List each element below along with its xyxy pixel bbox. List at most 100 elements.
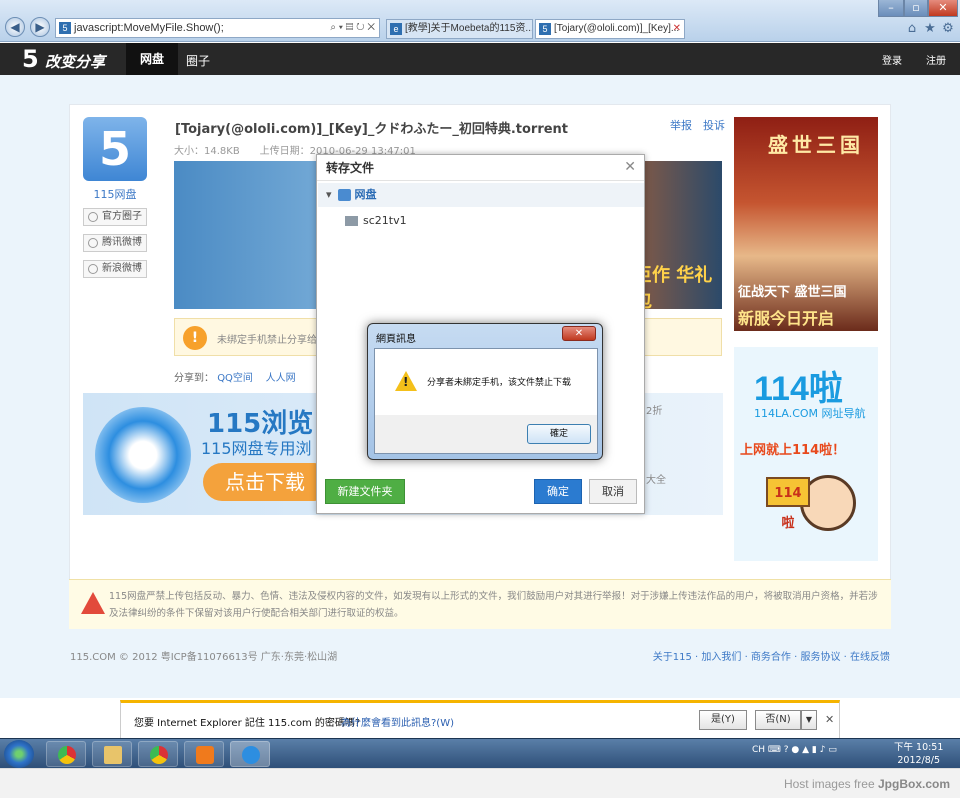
window-close-button[interactable]: ✕ [928, 0, 958, 17]
uploader-avatar[interactable]: 5 [83, 117, 147, 181]
tab-current[interactable]: 5 [Tojary(@ololi.com)]_[Key]... ✕ [535, 19, 685, 39]
browser-logo-icon [95, 407, 191, 503]
warning-icon: ! [183, 326, 207, 350]
credit-text[interactable]: Host images free JpgBox.com [784, 777, 950, 791]
side-text: 2折 [646, 406, 663, 417]
button-label: 官方圈子 [102, 211, 142, 222]
114la-ad[interactable]: 114啦 114LA.COM 网址导航 上网就上114啦！ 114啦 [734, 347, 878, 561]
tab-label: [教學]关于Moebeta的115资... [405, 23, 533, 34]
login-link[interactable]: 登录 [882, 52, 902, 67]
input-language[interactable]: CH [752, 745, 765, 755]
nav-item-circle[interactable]: 圈子 [186, 52, 210, 69]
taskbar-clock[interactable]: 下午 10:51 2012/8/5 [894, 741, 943, 767]
taskbar-ie-icon[interactable] [230, 741, 270, 767]
credit-brand: JpgBox.com [877, 777, 950, 791]
tab-label: [Tojary(@ololi.com)]_[Key]... [554, 23, 680, 34]
legal-notice: 115网盘严禁上传包括反动、暴力、色情、违法及侵权内容的文件，如发現有以上形式的… [69, 579, 891, 629]
infobar-yes-button[interactable]: 是(Y) [699, 710, 747, 730]
share-label: 分享到： [174, 373, 214, 384]
report-link[interactable]: 举报 [670, 117, 692, 133]
sina-icon [88, 264, 98, 274]
start-button[interactable] [4, 740, 34, 768]
infobar-close-icon[interactable]: ✕ [825, 713, 834, 726]
infobar-dropdown-icon[interactable]: ▼ [801, 710, 817, 730]
tab-close-icon[interactable]: ✕ [673, 20, 681, 38]
site-logo[interactable]: 5 改变分享 [22, 47, 105, 72]
dialog-title: 转存文件 [317, 155, 644, 181]
address-tools-icon[interactable]: ⌕ ▾ ▤ ↻ ✕ [330, 19, 375, 37]
file-title: [Tojary(@ololi.com)]_[Key]_クドわふたー_初回特典.t… [175, 122, 569, 137]
ad-domain: 114LA.COM 网址导航 [754, 407, 866, 420]
address-text: javascript:MoveMyFile.Show(); [74, 22, 224, 34]
dialog-cancel-button[interactable]: 取消 [589, 479, 637, 504]
share-qq-link[interactable]: QQ空间 [217, 373, 253, 384]
warning-text: 未绑定手机禁止分享给 [217, 335, 317, 346]
address-bar[interactable]: 5 javascript:MoveMyFile.Show(); ⌕ ▾ ▤ ↻ … [55, 18, 380, 38]
taskbar-chrome-icon[interactable] [46, 741, 86, 767]
ad-brand: 114啦 [754, 370, 843, 408]
password-info-bar: 您要 Internet Explorer 記住 115.com 的密碼嗎? 為什… [120, 700, 840, 738]
circle-icon [88, 212, 98, 222]
alert-message: 分享者未綁定手机，该文件禁止下载 [427, 378, 572, 388]
exclamation-icon: ! [403, 375, 409, 389]
infobar-question: 您要 Internet Explorer 記住 115.com 的密碼嗎? [134, 718, 361, 729]
register-link[interactable]: 注册 [926, 52, 946, 67]
dialog-ok-button[interactable]: 确定 [534, 479, 582, 504]
forward-button[interactable]: ▶ [30, 17, 50, 37]
button-label: 腾讯微博 [102, 237, 142, 248]
infobar-no-button[interactable]: 否(N) [755, 710, 801, 730]
new-folder-button[interactable]: 新建文件夹 [325, 479, 405, 504]
alert-ok-button[interactable]: 確定 [527, 424, 591, 444]
share-renren-link[interactable]: 人人网 [266, 373, 296, 384]
system-tray[interactable]: CH ⌨ ? ● ▲ ▮ ♪ ▭ [752, 745, 837, 755]
ad-line-2: 新服今日开启 [738, 309, 835, 328]
credit-label: Host images free [783, 777, 875, 791]
ad-title: 盛世三国 [768, 133, 864, 157]
sina-weibo-button[interactable]: 新浪微博 [83, 260, 147, 278]
ad-line-1: 征战天下 盛世三国 [738, 285, 847, 300]
ad-sign: 114啦 [766, 477, 810, 531]
maximize-button[interactable]: ▫ [904, 0, 928, 17]
taskbar-chrome2-icon[interactable] [138, 741, 178, 767]
sanguo-game-ad[interactable]: 盛世三国 征战天下 盛世三国 新服今日开启 [734, 117, 878, 331]
taskbar-media-icon[interactable] [184, 741, 224, 767]
clock-date: 2012/8/5 [897, 755, 941, 766]
nav-item-netdisk[interactable]: 网盘 [126, 43, 179, 75]
dialog-close-icon[interactable]: ✕ [624, 159, 636, 175]
home-icon[interactable]: ⌂ [904, 21, 920, 37]
back-button[interactable]: ◀ [5, 17, 25, 37]
uploader-name[interactable]: 115网盘 [83, 186, 147, 202]
banner-download-button[interactable]: 点击下载 [203, 463, 333, 501]
logo-number: 5 [22, 45, 39, 73]
alert-close-button[interactable]: ✕ [562, 326, 596, 341]
complain-link[interactable]: 投诉 [703, 117, 725, 133]
folder-label: sc21tv1 [363, 214, 407, 227]
alert-triangle-icon [81, 592, 105, 614]
official-circle-button[interactable]: 官方圈子 [83, 208, 147, 226]
tab-favicon: 5 [539, 23, 551, 35]
minimize-button[interactable]: – [878, 0, 904, 17]
infobar-why-link[interactable]: 為什麼會看到此訊息?(W) [341, 714, 454, 729]
folder-icon [345, 216, 358, 226]
tab-favicon: e [390, 23, 402, 35]
windows-taskbar: CH ⌨ ? ● ▲ ▮ ♪ ▭ 下午 10:51 2012/8/5 [0, 738, 960, 768]
share-bar: 分享到： QQ空间 人人网 [174, 369, 296, 384]
tab-moebeta[interactable]: e [教學]关于Moebeta的115资... [386, 19, 533, 39]
tencent-weibo-button[interactable]: 腾讯微博 [83, 234, 147, 252]
disk-icon [337, 189, 351, 201]
banner-subtitle: 115网盘专用浏 [201, 439, 312, 458]
footer-links[interactable]: 关于115 · 加入我们 · 商务合作 · 服务协议 · 在线反馈 [653, 648, 890, 663]
tools-gear-icon[interactable]: ⚙ [940, 21, 956, 37]
footer-copyright: 115.COM © 2012 粤ICP备11076613号 广东·东莞·松山湖 [70, 652, 338, 663]
clock-time: 下午 10:51 [894, 742, 944, 753]
page-favicon: 5 [59, 22, 71, 34]
ad-slogan: 上网就上114啦！ [740, 443, 846, 458]
tree-folder-item[interactable]: sc21tv1 [345, 209, 407, 233]
site-nav: 5 改变分享 网盘 圈子 登录 注册 [0, 43, 960, 75]
tree-root-netdisk[interactable]: ▾ 网盘 [318, 183, 644, 207]
taskbar-explorer-icon[interactable] [92, 741, 132, 767]
alert-title: 網頁訊息 [376, 334, 416, 345]
favorites-star-icon[interactable]: ★ [922, 21, 938, 37]
side-text: 大全 [646, 475, 666, 486]
expand-arrow-icon[interactable]: ▾ [326, 188, 332, 201]
